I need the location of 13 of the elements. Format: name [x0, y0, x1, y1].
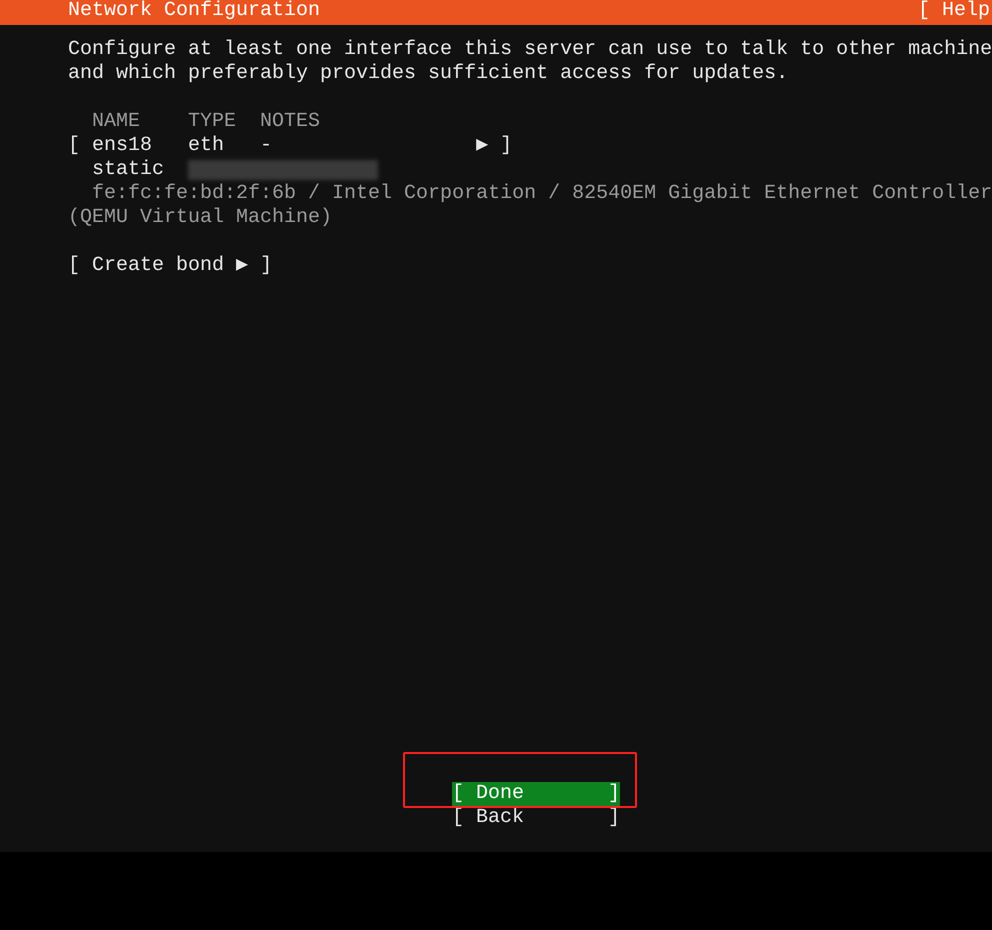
intro-text: and which preferably provides sufficient access for updates. [68, 62, 790, 86]
interface-detail: fe:fc:fe:bd:2f:6b / Intel Corporation / 82540EM Gigabit Ethernet Controller [91, 182, 992, 206]
screen-title: Network Configuration [68, 0, 320, 24]
create-bond-button[interactable]: [ Create bond ▶ ] [68, 254, 992, 278]
address-method: static [91, 158, 166, 182]
column-header: NAME [92, 110, 142, 134]
help-button[interactable]: [ Help [918, 0, 990, 25]
action-button[interactable]: [ Done ] [452, 782, 620, 806]
interface-row[interactable]: [ ens18 eth - ▶ ] [68, 134, 992, 158]
intro-text: Configure at least one interface this server can use to talk to other machine [68, 38, 992, 62]
interface-detail: (QEMU Virtual Machine) [68, 206, 334, 230]
column-header: NOTES [260, 110, 320, 134]
column-header: TYPE [188, 110, 238, 134]
